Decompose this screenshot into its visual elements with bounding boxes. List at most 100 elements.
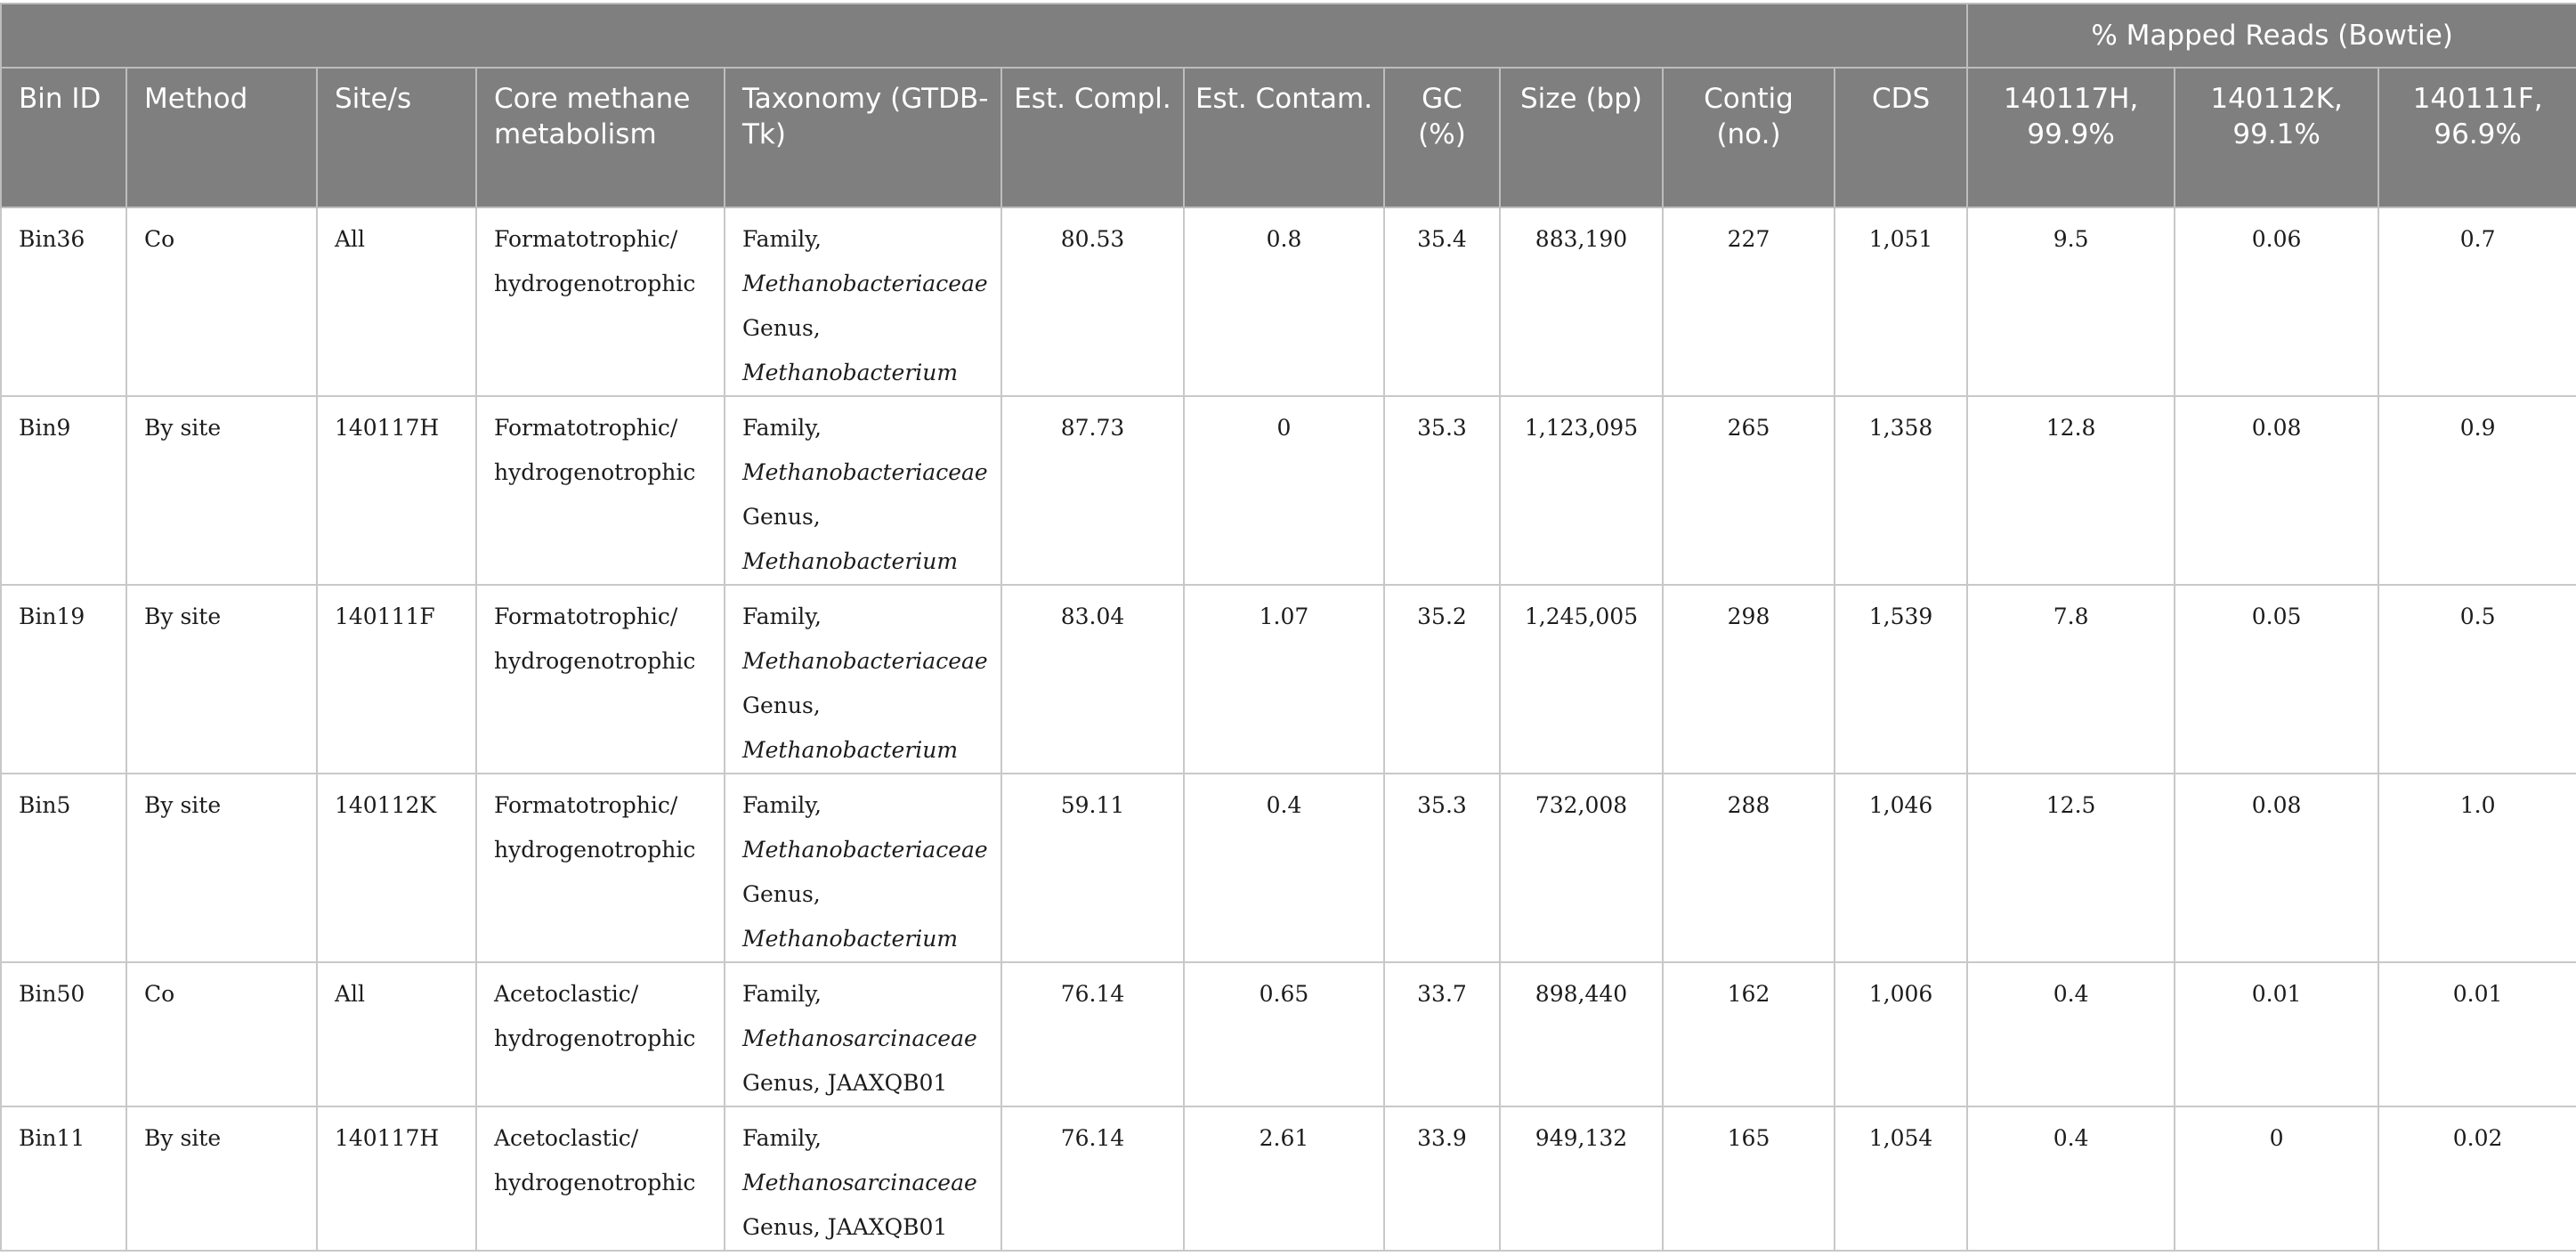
metabolism-line-2: hydrogenotrophic bbox=[494, 1025, 696, 1051]
cell-reads-140117h: 0.4 bbox=[1966, 961, 2176, 1107]
taxonomy-family-label: Family, bbox=[742, 981, 822, 1007]
cell-sites: 140112K bbox=[316, 773, 477, 963]
taxonomy-genus-name-line: Methanobacterium bbox=[742, 539, 992, 583]
col-header-taxonomy: Taxonomy (GTDB-Tk) bbox=[724, 67, 1002, 208]
cell-contig: 298 bbox=[1662, 584, 1835, 774]
col-header-cds: CDS bbox=[1833, 67, 1969, 208]
cell-taxonomy: Family, Methanosarcinaceae Genus, JAAXQB01 bbox=[724, 961, 1002, 1107]
taxonomy-family-name: Methanosarcinaceae bbox=[742, 1025, 977, 1051]
cell-method: By site bbox=[126, 395, 318, 586]
cell-contam: 0.8 bbox=[1183, 207, 1385, 397]
cell-compl: 80.53 bbox=[1000, 207, 1185, 397]
cell-reads-140112k: 0.01 bbox=[2174, 961, 2380, 1107]
cell-size: 898,440 bbox=[1499, 961, 1664, 1107]
col-header-method: Method bbox=[126, 67, 318, 208]
taxonomy-genus-name-line: Methanobacterium bbox=[742, 351, 992, 394]
cell-gc: 35.4 bbox=[1383, 207, 1501, 397]
cell-reads-140111f: 0.7 bbox=[2378, 207, 2576, 397]
taxonomy-family-label: Family, bbox=[742, 792, 822, 818]
cell-sites: 140117H bbox=[316, 1106, 477, 1252]
col-header-contig: Contig (no.) bbox=[1662, 67, 1835, 208]
cell-method: Co bbox=[126, 207, 318, 397]
cell-reads-140117h: 12.5 bbox=[1966, 773, 2176, 963]
cell-reads-140112k: 0.08 bbox=[2174, 773, 2380, 963]
metabolism-line-2: hydrogenotrophic bbox=[494, 648, 696, 674]
col-header-size: Size (bp) bbox=[1499, 67, 1664, 208]
table-row: Bin5 By site 140112K Formatotrophic/hydr… bbox=[0, 773, 2576, 963]
cell-gc: 33.7 bbox=[1383, 961, 1501, 1107]
cell-gc: 33.9 bbox=[1383, 1106, 1501, 1252]
cell-metabolism: Formatotrophic/hydrogenotrophic bbox=[475, 584, 725, 774]
cell-reads-140111f: 0.9 bbox=[2378, 395, 2576, 586]
cell-sites: 140117H bbox=[316, 395, 477, 586]
group-header-row: % Mapped Reads (Bowtie) bbox=[0, 3, 2576, 69]
cell-bin-id: Bin19 bbox=[0, 584, 127, 774]
cell-bin-id: Bin9 bbox=[0, 395, 127, 586]
cell-sites: 140111F bbox=[316, 584, 477, 774]
cell-taxonomy: Family, Methanobacteriaceae Genus, Methanob… bbox=[724, 773, 1002, 963]
cell-contam: 1.07 bbox=[1183, 584, 1385, 774]
metabolism-line-1: Formatotrophic/ bbox=[494, 226, 678, 252]
table-row: Bin9 By site 140117H Formatotrophic/hydr… bbox=[0, 395, 2576, 586]
cell-reads-140117h: 9.5 bbox=[1966, 207, 2176, 397]
col-header-sites: Site/s bbox=[316, 67, 477, 208]
cell-size: 883,190 bbox=[1499, 207, 1664, 397]
taxonomy-family-name-line: Methanosarcinaceae bbox=[742, 1161, 992, 1205]
cell-gc: 35.3 bbox=[1383, 395, 1501, 586]
cell-method: Co bbox=[126, 961, 318, 1107]
col-header-140117h: 140117H, 99.9% bbox=[1966, 67, 2176, 208]
cell-cds: 1,051 bbox=[1833, 207, 1969, 397]
cell-reads-140117h: 12.8 bbox=[1966, 395, 2176, 586]
taxonomy-genus-name: Methanobacterium bbox=[742, 737, 959, 763]
taxonomy-genus-label: Genus, bbox=[742, 881, 821, 907]
cell-bin-id: Bin36 bbox=[0, 207, 127, 397]
metabolism-line-1: Formatotrophic/ bbox=[494, 792, 678, 818]
cell-cds: 1,539 bbox=[1833, 584, 1969, 774]
taxonomy-family-name: Methanobacteriaceae bbox=[742, 837, 988, 863]
cell-metabolism: Formatotrophic/hydrogenotrophic bbox=[475, 395, 725, 586]
cell-contig: 265 bbox=[1662, 395, 1835, 586]
cell-reads-140111f: 0.02 bbox=[2378, 1106, 2576, 1252]
cell-contig: 227 bbox=[1662, 207, 1835, 397]
cell-metabolism: Formatotrophic/hydrogenotrophic bbox=[475, 207, 725, 397]
cell-metabolism: Acetoclastic/hydrogenotrophic bbox=[475, 961, 725, 1107]
cell-bin-id: Bin11 bbox=[0, 1106, 127, 1252]
cell-cds: 1,054 bbox=[1833, 1106, 1969, 1252]
cell-reads-140112k: 0.06 bbox=[2174, 207, 2380, 397]
cell-taxonomy: Family, Methanobacteriaceae Genus, Methanob… bbox=[724, 207, 1002, 397]
taxonomy-family-label: Family, bbox=[742, 1125, 822, 1151]
cell-contig: 165 bbox=[1662, 1106, 1835, 1252]
cell-reads-140111f: 0.01 bbox=[2378, 961, 2576, 1107]
metabolism-line-1: Formatotrophic/ bbox=[494, 604, 678, 629]
table-row: Bin19 By site 140111F Formatotrophic/hyd… bbox=[0, 584, 2576, 774]
cell-contig: 288 bbox=[1662, 773, 1835, 963]
taxonomy-family-name-line: Methanobacteriaceae bbox=[742, 450, 992, 495]
taxonomy-genus-line: Genus, JAAXQB01 bbox=[742, 1070, 948, 1096]
cell-compl: 83.04 bbox=[1000, 584, 1185, 774]
table-container: % Mapped Reads (Bowtie) Bin ID Method Si… bbox=[0, 3, 2576, 1252]
table-row: Bin36 Co All Formatotrophic/hydrogenotro… bbox=[0, 207, 2576, 397]
taxonomy-family-name: Methanobacteriaceae bbox=[742, 648, 988, 674]
cell-bin-id: Bin50 bbox=[0, 961, 127, 1107]
column-header-row: Bin ID Method Site/s Core methane metabo… bbox=[0, 67, 2576, 208]
cell-sites: All bbox=[316, 207, 477, 397]
taxonomy-genus-name-line: Methanobacterium bbox=[742, 917, 992, 960]
table-row: Bin11 By site 140117H Acetoclastic/hydro… bbox=[0, 1106, 2576, 1252]
cell-cds: 1,358 bbox=[1833, 395, 1969, 586]
cell-metabolism: Formatotrophic/hydrogenotrophic bbox=[475, 773, 725, 963]
taxonomy-genus-label: Genus, bbox=[742, 315, 821, 341]
cell-method: By site bbox=[126, 773, 318, 963]
metabolism-line-1: Formatotrophic/ bbox=[494, 415, 678, 441]
metabolism-line-2: hydrogenotrophic bbox=[494, 837, 696, 863]
cell-taxonomy: Family, Methanobacteriaceae Genus, Methanob… bbox=[724, 584, 1002, 774]
cell-reads-140112k: 0 bbox=[2174, 1106, 2380, 1252]
cell-contig: 162 bbox=[1662, 961, 1835, 1107]
cell-bin-id: Bin5 bbox=[0, 773, 127, 963]
cell-contam: 2.61 bbox=[1183, 1106, 1385, 1252]
taxonomy-family-name-line: Methanobacteriaceae bbox=[742, 639, 992, 684]
cell-compl: 76.14 bbox=[1000, 961, 1185, 1107]
metabolism-line-1: Acetoclastic/ bbox=[494, 981, 639, 1007]
cell-reads-140117h: 7.8 bbox=[1966, 584, 2176, 774]
col-header-140111f: 140111F, 96.9% bbox=[2378, 67, 2576, 208]
cell-reads-140111f: 1.0 bbox=[2378, 773, 2576, 963]
